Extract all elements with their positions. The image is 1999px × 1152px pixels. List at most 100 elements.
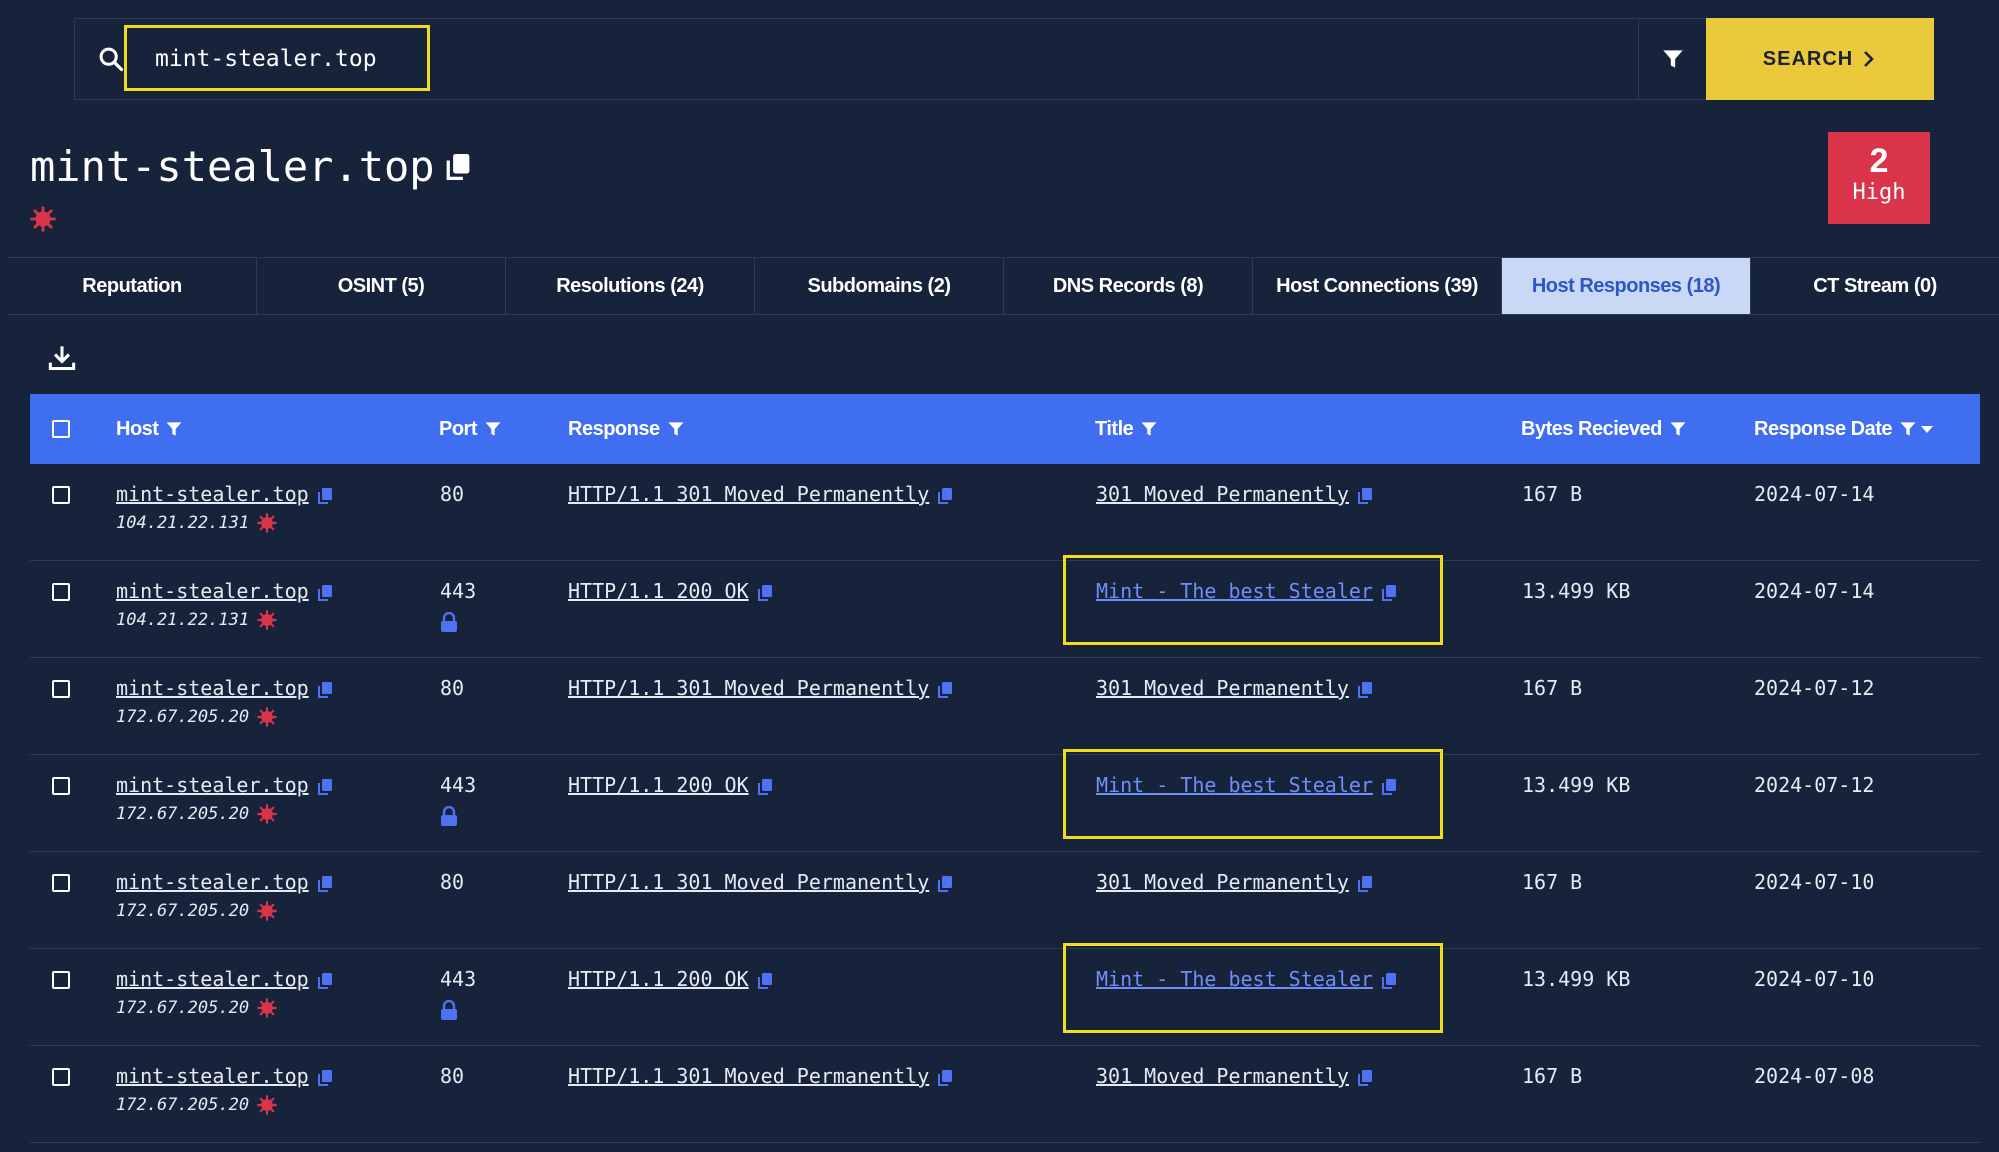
response-date-value: 2024-07-10 — [1754, 870, 1875, 894]
copy-icon[interactable] — [317, 972, 333, 990]
tab-reputation[interactable]: Reputation — [8, 258, 257, 314]
copy-icon[interactable] — [1381, 972, 1397, 990]
host-ip: 172.67.205.20 — [116, 1095, 250, 1115]
response-date-value: 2024-07-14 — [1754, 482, 1875, 506]
host-link[interactable]: mint-stealer.top — [116, 579, 309, 603]
copy-icon[interactable] — [937, 875, 953, 893]
tab-resolutions[interactable]: Resolutions (24) — [506, 258, 755, 314]
tab-dns-records[interactable]: DNS Records (8) — [1004, 258, 1253, 314]
copy-icon[interactable] — [1357, 681, 1373, 699]
column-port[interactable]: Port — [439, 418, 503, 441]
column-bytes-label: Bytes Recieved — [1521, 417, 1662, 440]
copy-icon[interactable] — [1357, 875, 1373, 893]
copy-icon[interactable] — [1357, 1069, 1373, 1087]
row-checkbox[interactable] — [52, 874, 70, 892]
download-icon[interactable] — [48, 344, 76, 372]
response-link[interactable]: HTTP/1.1 301 Moved Permanently — [568, 870, 929, 894]
title-link[interactable]: Mint - The best Stealer — [1096, 773, 1373, 797]
tab-osint[interactable]: OSINT (5) — [257, 258, 506, 314]
copy-icon[interactable] — [317, 778, 333, 796]
title-link[interactable]: Mint - The best Stealer — [1096, 967, 1373, 991]
response-link[interactable]: HTTP/1.1 200 OK — [568, 967, 749, 991]
copy-icon[interactable] — [937, 487, 953, 505]
copy-icon[interactable] — [445, 152, 471, 182]
response-date-value: 2024-07-14 — [1754, 579, 1875, 603]
copy-icon[interactable] — [1381, 778, 1397, 796]
filter-icon[interactable] — [1668, 419, 1688, 439]
host-link[interactable]: mint-stealer.top — [116, 870, 309, 894]
host-link[interactable]: mint-stealer.top — [116, 967, 309, 991]
host-link[interactable]: mint-stealer.top — [116, 482, 309, 506]
filter-icon[interactable] — [483, 419, 503, 439]
port-value: 80 — [440, 482, 465, 506]
host-link[interactable]: mint-stealer.top — [116, 1064, 309, 1088]
response-link[interactable]: HTTP/1.1 301 Moved Permanently — [568, 482, 929, 506]
tab-host-connections[interactable]: Host Connections (39) — [1253, 258, 1502, 314]
column-host[interactable]: Host — [116, 418, 184, 441]
response-link[interactable]: HTTP/1.1 301 Moved Permanently — [568, 1064, 929, 1088]
row-checkbox[interactable] — [52, 486, 70, 504]
copy-icon[interactable] — [757, 778, 773, 796]
row-checkbox[interactable] — [52, 971, 70, 989]
response-link[interactable]: HTTP/1.1 200 OK — [568, 773, 749, 797]
host-ip: 172.67.205.20 — [116, 998, 250, 1018]
row-checkbox[interactable] — [52, 777, 70, 795]
host-ip: 172.67.205.20 — [116, 804, 250, 824]
copy-icon[interactable] — [317, 487, 333, 505]
row-checkbox[interactable] — [52, 1068, 70, 1086]
copy-icon[interactable] — [317, 875, 333, 893]
column-response-date[interactable]: Response Date — [1754, 418, 1934, 441]
title-link[interactable]: 301 Moved Permanently — [1096, 676, 1349, 700]
copy-icon[interactable] — [1357, 487, 1373, 505]
tab-subdomains[interactable]: Subdomains (2) — [755, 258, 1004, 314]
column-title[interactable]: Title — [1095, 418, 1159, 441]
filter-icon[interactable] — [164, 419, 184, 439]
title-link[interactable]: Mint - The best Stealer — [1096, 579, 1373, 603]
malware-icon — [30, 206, 56, 232]
table-row: mint-stealer.top 172.67.205.20 443 HTTP/… — [30, 749, 1980, 852]
filter-icon[interactable] — [1898, 419, 1918, 439]
malware-icon — [257, 513, 277, 533]
filter-button[interactable] — [1638, 18, 1706, 100]
search-button[interactable]: SEARCH — [1706, 18, 1934, 100]
copy-icon[interactable] — [317, 681, 333, 699]
response-link[interactable]: HTTP/1.1 200 OK — [568, 579, 749, 603]
response-date-value: 2024-07-12 — [1754, 773, 1875, 797]
row-checkbox[interactable] — [52, 680, 70, 698]
filter-icon[interactable] — [1139, 419, 1159, 439]
select-all-checkbox[interactable] — [52, 420, 70, 438]
filter-icon[interactable] — [666, 419, 686, 439]
host-ip: 104.21.22.131 — [116, 610, 250, 630]
host-link[interactable]: mint-stealer.top — [116, 676, 309, 700]
row-checkbox[interactable] — [52, 583, 70, 601]
copy-icon[interactable] — [937, 681, 953, 699]
title-link[interactable]: 301 Moved Permanently — [1096, 870, 1349, 894]
malware-icon — [257, 610, 277, 630]
column-date-label: Response Date — [1754, 417, 1893, 440]
bytes-received-value: 167 B — [1522, 482, 1583, 506]
copy-icon[interactable] — [757, 584, 773, 602]
lock-icon — [441, 806, 457, 826]
response-link[interactable]: HTTP/1.1 301 Moved Permanently — [568, 676, 929, 700]
host-link[interactable]: mint-stealer.top — [116, 773, 309, 797]
column-response-label: Response — [568, 417, 660, 440]
tab-ct-stream[interactable]: CT Stream (0) — [1751, 258, 1999, 314]
search-input[interactable] — [127, 25, 1707, 93]
tab-host-responses[interactable]: Host Responses (18) — [1502, 258, 1751, 314]
copy-icon[interactable] — [757, 972, 773, 990]
sort-desc-icon[interactable] — [1920, 424, 1934, 434]
table-row: mint-stealer.top 104.21.22.131 80 HTTP/1… — [30, 464, 1980, 561]
title-link[interactable]: 301 Moved Permanently — [1096, 482, 1349, 506]
risk-score-label: High — [1852, 180, 1906, 205]
bytes-received-value: 167 B — [1522, 870, 1583, 894]
malware-icon — [257, 1095, 277, 1115]
copy-icon[interactable] — [317, 584, 333, 602]
copy-icon[interactable] — [1381, 584, 1397, 602]
title-link[interactable]: 301 Moved Permanently — [1096, 1064, 1349, 1088]
column-response[interactable]: Response — [568, 418, 686, 441]
host-ip: 172.67.205.20 — [116, 901, 250, 921]
bytes-received-value: 13.499 KB — [1522, 773, 1631, 797]
copy-icon[interactable] — [317, 1069, 333, 1087]
copy-icon[interactable] — [937, 1069, 953, 1087]
column-bytes-received[interactable]: Bytes Recieved — [1521, 418, 1688, 441]
